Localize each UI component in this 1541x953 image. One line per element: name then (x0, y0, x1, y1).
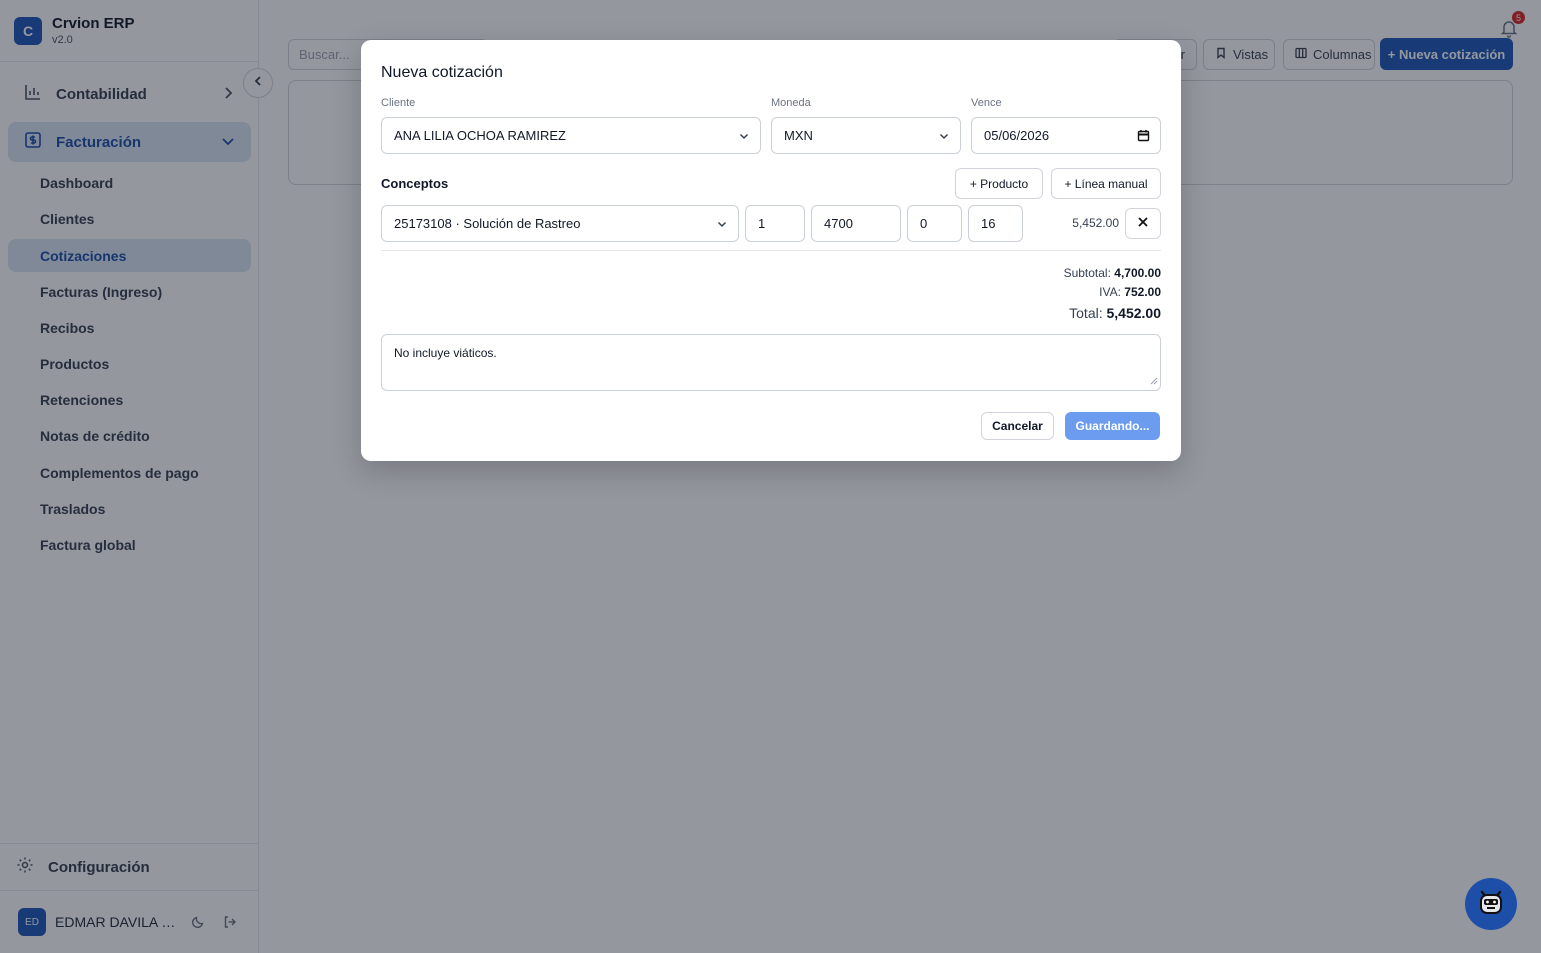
remove-line-button[interactable] (1125, 208, 1161, 239)
price-input[interactable]: 4700 (811, 205, 901, 242)
add-manual-line-button[interactable]: + Línea manual (1051, 168, 1161, 199)
chevron-down-icon (716, 218, 728, 233)
add-product-button[interactable]: + Producto (955, 168, 1043, 199)
assistant-bot-icon (1476, 887, 1506, 922)
new-quote-modal: Nueva cotización Cliente ANA LILIA OCHOA… (361, 40, 1181, 461)
quantity-input[interactable]: 1 (745, 205, 805, 242)
notes-value: No incluye viáticos. (394, 346, 497, 360)
close-icon (1137, 215, 1149, 233)
due-date-label: Vence (971, 97, 1002, 109)
total-value: 5,452.00 (1106, 305, 1162, 321)
client-label: Cliente (381, 97, 416, 109)
subtotal-label: Subtotal: (1063, 266, 1111, 280)
iva-value: 752.00 (1124, 285, 1161, 299)
line-total: 5,452.00 (1072, 216, 1119, 230)
modal-title: Nueva cotización (381, 64, 503, 81)
product-value: 25173108 · Solución de Rastreo (394, 216, 581, 231)
divider (381, 250, 1161, 251)
iva-row: IVA: 752.00 (1099, 285, 1161, 299)
assistant-fab-button[interactable] (1465, 878, 1517, 930)
due-date-value: 05/06/2026 (984, 128, 1050, 143)
subtotal-row: Subtotal: 4,700.00 (1064, 266, 1161, 280)
total-row: Total: 5,452.00 (1069, 305, 1161, 321)
resize-handle-icon[interactable] (1150, 374, 1158, 388)
due-date-input[interactable]: 05/06/2026 (971, 117, 1161, 154)
price-value: 4700 (824, 216, 853, 231)
quantity-value: 1 (758, 216, 766, 231)
notes-textarea[interactable]: No incluye viáticos. (381, 334, 1161, 391)
chevron-down-icon (738, 130, 750, 145)
discount-input[interactable]: 0 (907, 205, 962, 242)
client-select[interactable]: ANA LILIA OCHOA RAMIREZ (381, 117, 761, 154)
currency-select[interactable]: MXN (771, 117, 961, 154)
product-select[interactable]: 25173108 · Solución de Rastreo (381, 205, 739, 242)
client-value: ANA LILIA OCHOA RAMIREZ (394, 128, 566, 143)
tax-input[interactable]: 16 (968, 205, 1023, 242)
tax-value: 16 (981, 216, 996, 231)
save-button[interactable]: Guardando... (1065, 412, 1160, 440)
cancel-button[interactable]: Cancelar (981, 412, 1054, 440)
currency-label: Moneda (771, 97, 811, 109)
currency-value: MXN (784, 128, 813, 143)
concepts-title: Conceptos (381, 176, 449, 191)
chevron-down-icon (938, 130, 950, 145)
iva-label: IVA: (1099, 285, 1121, 299)
total-label: Total: (1069, 305, 1103, 321)
subtotal-value: 4,700.00 (1114, 266, 1161, 280)
discount-value: 0 (920, 216, 928, 231)
calendar-icon[interactable] (1137, 129, 1150, 145)
